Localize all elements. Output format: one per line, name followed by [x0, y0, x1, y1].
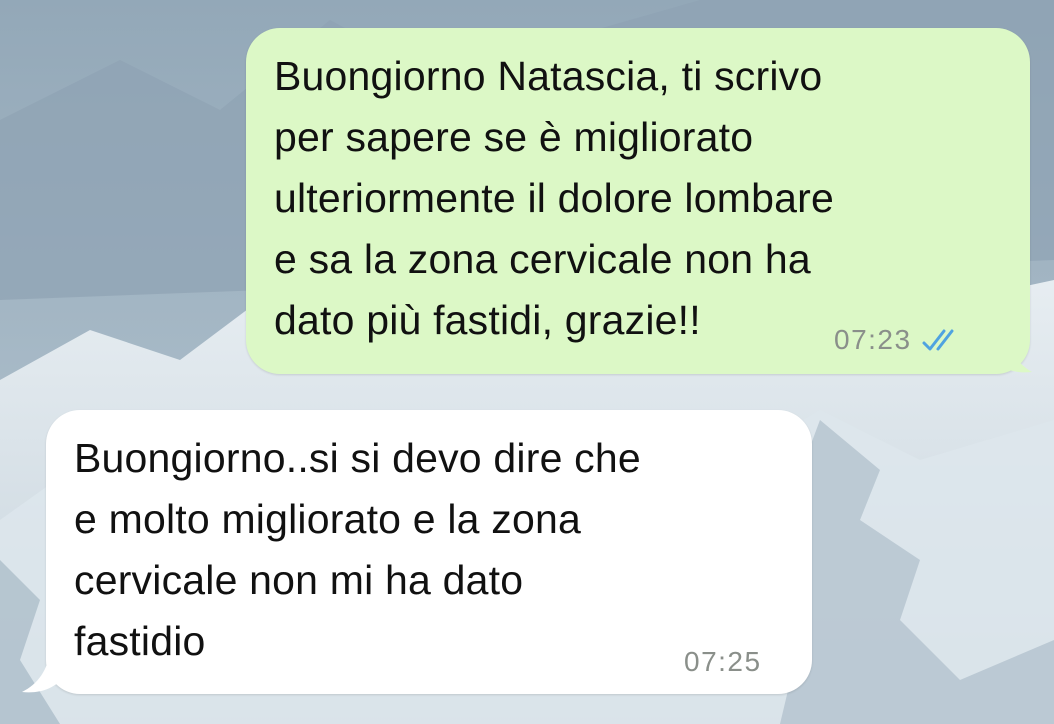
outgoing-message-time: 07:23: [834, 324, 912, 355]
incoming-message-meta: 07:25: [684, 646, 762, 678]
incoming-message-text: Buongiorno..si si devo dire che e molto …: [74, 435, 641, 664]
outgoing-bubble-tail: [990, 330, 1032, 373]
outgoing-message-text: Buongiorno Natascia, ti scrivo per saper…: [274, 53, 834, 343]
incoming-bubble-tail: [22, 650, 64, 693]
outgoing-message-bubble[interactable]: Buongiorno Natascia, ti scrivo per saper…: [246, 28, 1030, 374]
incoming-message-bubble[interactable]: Buongiorno..si si devo dire che e molto …: [46, 410, 812, 694]
outgoing-message-meta: 07:23: [834, 324, 966, 356]
double-check-read-icon: [922, 329, 954, 351]
incoming-message-time: 07:25: [684, 646, 762, 677]
